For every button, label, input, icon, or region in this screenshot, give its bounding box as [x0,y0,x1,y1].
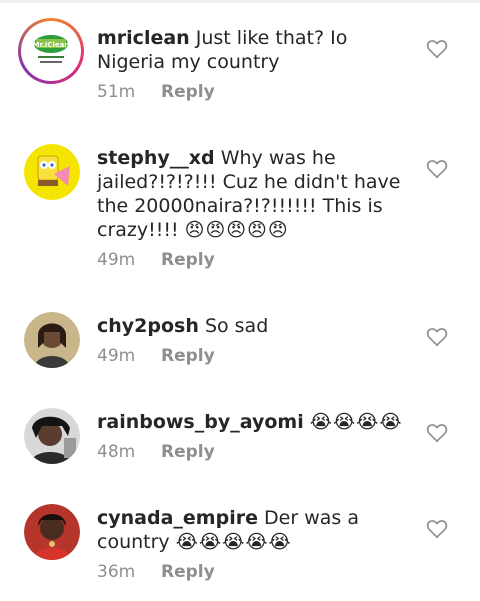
comment-text: mriclean Just like that? Io Nigeria my c… [97,26,407,74]
cartoon-avatar-image [24,144,80,200]
comment-emojis: 😭😭😭😭 [309,411,403,433]
comment-meta: 51m Reply [97,82,215,102]
comment-username[interactable]: mriclean [97,27,190,49]
comment-time: 49m [97,250,136,270]
comment-time: 51m [97,82,136,102]
profile-photo-image [24,504,80,560]
reply-button[interactable]: Reply [161,346,215,366]
comment-text: chy2posh So sad [97,314,407,338]
avatar[interactable]: Mr.IClean [18,18,84,84]
comment-username[interactable]: cynada_empire [97,507,258,529]
like-heart-icon[interactable] [426,519,448,539]
comment-body: So sad [204,315,269,337]
comment-time: 49m [97,346,136,366]
avatar[interactable] [24,312,80,368]
comment-text: stephy__xd Why was he jailed?!?!?!!! Cuz… [97,146,407,242]
comment-meta: 36m Reply [97,562,215,582]
like-heart-icon[interactable] [426,423,448,443]
like-heart-icon[interactable] [426,39,448,59]
comment-meta: 49m Reply [97,250,215,270]
comment-text: cynada_empire Der was a country 😭😭😭😭😭 [97,506,407,554]
reply-button[interactable]: Reply [161,442,215,462]
like-heart-icon[interactable] [426,327,448,347]
reply-button[interactable]: Reply [161,250,215,270]
comment-meta: 48m Reply [97,442,215,462]
avatar[interactable] [24,504,80,560]
like-heart-icon[interactable] [426,159,448,179]
reply-button[interactable]: Reply [161,562,215,582]
avatar[interactable] [24,408,80,464]
top-divider [0,0,480,3]
comment-time: 36m [97,562,136,582]
comment-meta: 49m Reply [97,346,215,366]
comment-username[interactable]: rainbows_by_ayomi [97,411,304,433]
comment-text: rainbows_by_ayomi 😭😭😭😭 [97,410,407,434]
profile-photo-image [24,312,80,368]
comment-emojis: 😭😭😭😭😭 [175,531,292,553]
logo-text: Mr.IClean [33,41,70,49]
comment-time: 48m [97,442,136,462]
comment-username[interactable]: chy2posh [97,315,199,337]
profile-photo-image [24,408,80,464]
comment-username[interactable]: stephy__xd [97,147,215,169]
comment-emojis: 😠😠😠😠😠 [184,219,289,241]
logo-avatar-image: Mr.IClean [24,24,78,78]
reply-button[interactable]: Reply [161,82,215,102]
avatar[interactable] [24,144,80,200]
